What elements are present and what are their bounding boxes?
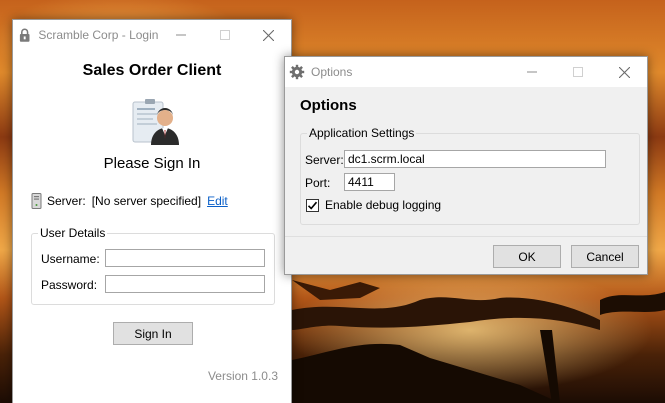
server-tower-icon <box>31 193 42 209</box>
username-field[interactable] <box>105 249 265 267</box>
padlock-icon <box>19 28 30 42</box>
options-window-title: Options <box>311 65 353 79</box>
login-window: Scramble Corp - Login Sales Order Client… <box>12 19 292 403</box>
application-settings-group: Application Settings Server: Port: Enabl… <box>300 126 640 225</box>
close-button[interactable] <box>247 20 291 50</box>
app-heading: Sales Order Client <box>82 62 222 79</box>
user-details-group: User Details Username: Password: <box>31 226 275 305</box>
options-server-field[interactable] <box>344 150 606 168</box>
server-value: [No server specified] <box>91 194 202 208</box>
close-icon <box>263 29 275 41</box>
checkmark-icon <box>307 201 318 210</box>
application-settings-legend: Application Settings <box>307 126 417 140</box>
close-icon <box>618 66 630 78</box>
user-portrait-icon <box>132 99 179 145</box>
debug-logging-label[interactable]: Enable debug logging <box>325 198 441 212</box>
minimize-icon <box>527 71 537 73</box>
user-details-legend: User Details <box>38 226 108 240</box>
options-close-button[interactable] <box>601 57 647 87</box>
login-titlebar[interactable]: Scramble Corp - Login <box>13 20 291 50</box>
options-maximize-button[interactable] <box>555 57 601 87</box>
options-server-label: Server: <box>305 153 344 167</box>
maximize-icon <box>573 67 583 77</box>
minimize-icon <box>175 34 186 36</box>
password-label: Password: <box>41 278 98 292</box>
username-label: Username: <box>41 252 100 266</box>
version-label: Version 1.0.3 <box>207 369 278 383</box>
server-label: Server: <box>47 194 86 208</box>
ok-button[interactable]: OK <box>493 245 561 268</box>
options-heading: Options <box>300 97 357 114</box>
minimize-button[interactable] <box>158 20 202 50</box>
sign-in-title: Please Sign In <box>103 155 201 172</box>
options-window: Options Options Application Settings Ser… <box>284 56 648 275</box>
edit-server-link[interactable]: Edit <box>207 194 228 208</box>
cancel-button[interactable]: Cancel <box>571 245 639 268</box>
sign-in-button[interactable]: Sign In <box>113 322 193 345</box>
server-row: Server: [No server specified] Edit <box>31 193 228 209</box>
debug-logging-checkbox[interactable] <box>306 199 319 212</box>
login-window-title: Scramble Corp - Login <box>38 28 159 42</box>
options-titlebar[interactable]: Options <box>285 57 647 87</box>
options-minimize-button[interactable] <box>509 57 555 87</box>
port-label: Port: <box>305 176 331 190</box>
maximize-button[interactable] <box>203 20 247 50</box>
gear-icon <box>289 64 305 80</box>
password-field[interactable] <box>105 275 265 293</box>
port-field[interactable] <box>344 173 395 191</box>
maximize-icon <box>219 30 230 40</box>
